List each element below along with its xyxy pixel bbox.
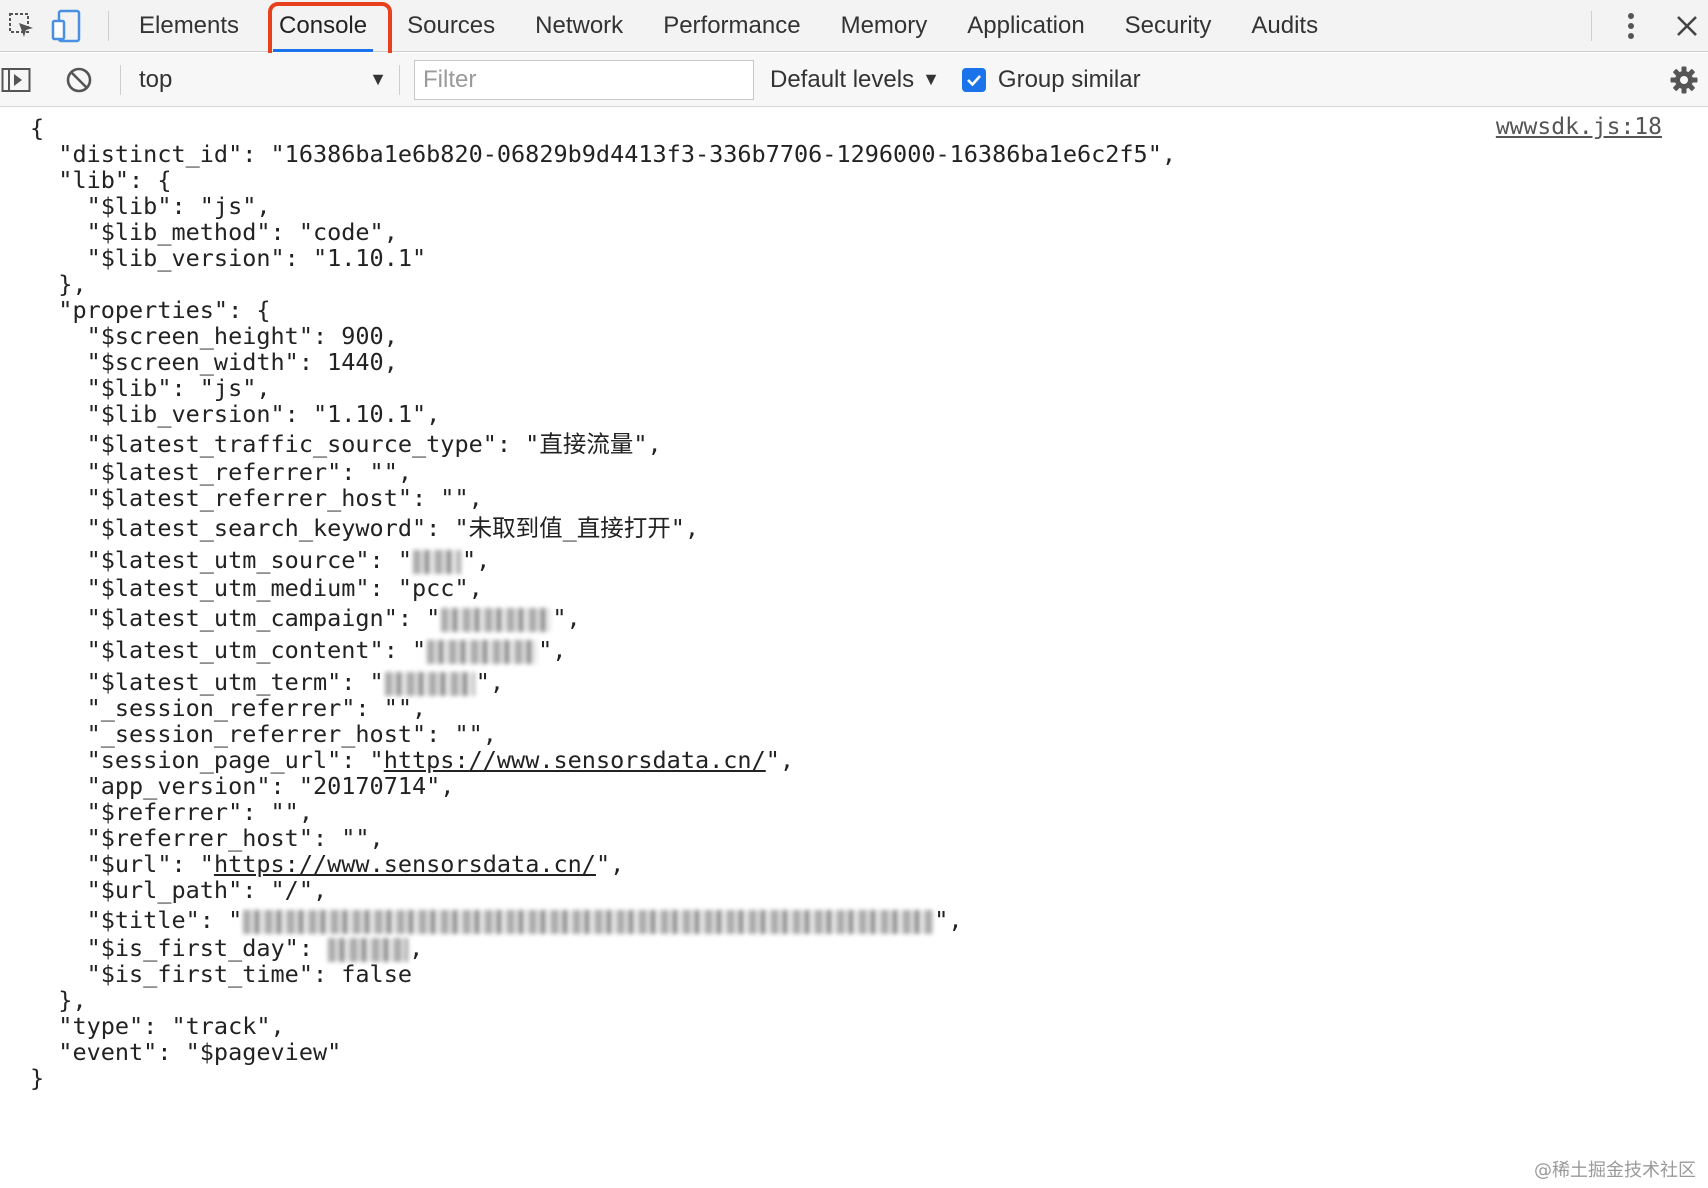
console-log-line: "$lib_version": "1.10.1", xyxy=(30,400,441,428)
tab-performance[interactable]: Performance xyxy=(643,0,820,52)
console-log-line: "$latest_referrer": "", xyxy=(30,458,413,486)
console-log-line: } xyxy=(30,1064,45,1092)
console-log-line: "$screen_height": 900, xyxy=(30,322,398,350)
console-log-line: "$lib_method": "code", xyxy=(30,218,398,246)
console-output: wwwsdk.js:18 { "distinct_id": "16386ba1e… xyxy=(0,108,1708,1188)
levels-caret-icon: ▼ xyxy=(922,69,940,89)
log-line-key: "$url": " xyxy=(30,850,214,878)
console-log-line: "$latest_utm_term": " ", xyxy=(30,668,504,696)
log-line-suffix: ", xyxy=(475,668,505,696)
console-log-line: "$is_first_day": , xyxy=(30,934,424,962)
console-log-line: "$latest_traffic_source_type": "直接流量", xyxy=(30,430,662,458)
tabbar-separator xyxy=(108,10,109,41)
clear-console-icon[interactable] xyxy=(54,53,104,107)
redacted-value xyxy=(328,937,409,962)
tabbar-right-separator xyxy=(1591,11,1592,41)
redacted-value xyxy=(413,549,462,574)
console-log-line: "$url_path": "/", xyxy=(30,876,328,904)
tab-memory[interactable]: Memory xyxy=(821,0,948,52)
device-toolbar-icon[interactable] xyxy=(44,0,88,52)
console-log-line: }, xyxy=(30,986,87,1014)
redacted-value xyxy=(243,909,934,934)
log-line-key: "$latest_utm_source": " xyxy=(30,546,413,574)
toolbar-separator xyxy=(399,64,400,95)
console-log-line: "$referrer_host": "", xyxy=(30,824,384,852)
console-toolbar: top ▼ Default levels ▼ Group similar xyxy=(0,53,1708,107)
console-log-line: "$latest_search_keyword": "未取到值_直接打开", xyxy=(30,514,700,542)
log-line-key: "$latest_utm_campaign": " xyxy=(30,604,441,632)
log-line-suffix: ", xyxy=(538,636,567,664)
console-log-line: "app_version": "20170714", xyxy=(30,772,455,800)
console-log-line: "event": "$pageview" xyxy=(30,1038,342,1066)
group-similar-checkbox[interactable] xyxy=(961,67,986,92)
log-line-key: "$latest_utm_content": " xyxy=(30,636,427,664)
url-link[interactable]: https://www.sensorsdata.cn/ xyxy=(214,850,596,878)
console-log-line: "distinct_id": "16386ba1e6b820-06829b9d4… xyxy=(30,140,1177,168)
sidebar-toggle-icon[interactable] xyxy=(0,53,32,107)
redacted-value xyxy=(384,671,475,696)
console-log-line: "$latest_referrer_host": "", xyxy=(30,484,483,512)
log-line-suffix: ", xyxy=(765,746,795,774)
console-log-line: "_session_referrer_host": "", xyxy=(30,720,497,748)
console-log-line: "$url": "https://www.sensorsdata.cn/", xyxy=(30,850,625,878)
console-log-line: "$is_first_time": false xyxy=(30,960,413,988)
console-log-line: "$latest_utm_content": " ", xyxy=(30,636,567,664)
console-log-line: }, xyxy=(30,270,87,298)
redacted-value xyxy=(427,639,538,664)
close-icon[interactable] xyxy=(1672,0,1702,52)
group-similar-label: Group similar xyxy=(997,65,1141,93)
console-log-line: "$latest_utm_source": " ", xyxy=(30,546,491,574)
console-log-line: { xyxy=(30,114,45,142)
log-line-suffix: ", xyxy=(552,604,581,632)
log-line-key: "$latest_utm_term": " xyxy=(30,668,384,696)
redacted-value xyxy=(441,607,552,632)
console-log-line: "lib": { xyxy=(30,166,172,194)
console-log-line: "$referrer": "", xyxy=(30,798,313,826)
more-options-icon[interactable] xyxy=(1616,0,1646,52)
log-line-suffix: ", xyxy=(595,850,625,878)
tab-security[interactable]: Security xyxy=(1105,0,1232,52)
console-log-line: "$lib": "js", xyxy=(30,192,271,220)
console-log-line: "$title": " ", xyxy=(30,906,963,934)
log-line-suffix: , xyxy=(409,934,424,962)
console-log-line: "$screen_width": 1440, xyxy=(30,348,398,376)
console-log-line: "session_page_url": "https://www.sensors… xyxy=(30,746,794,774)
console-log-line: "$latest_utm_campaign": " ", xyxy=(30,604,581,632)
devtools-tabbar: Elements Console Sources Network Performance… xyxy=(0,0,1708,62)
url-link[interactable]: https://www.sensorsdata.cn/ xyxy=(384,746,766,774)
log-levels-label: Default levels xyxy=(770,65,915,93)
console-log-line: "$lib": "js", xyxy=(30,374,271,402)
console-log-line: "$lib_version": "1.10.1" xyxy=(30,244,427,272)
tab-network[interactable]: Network xyxy=(515,0,643,52)
log-line-suffix: ", xyxy=(462,546,491,574)
context-value: top xyxy=(139,65,173,93)
inspect-element-icon[interactable] xyxy=(0,0,44,52)
context-selector[interactable]: top ▼ xyxy=(121,60,399,100)
log-line-suffix: ", xyxy=(934,906,963,934)
log-levels-dropdown[interactable]: Default levels ▼ xyxy=(770,66,940,94)
tab-application[interactable]: Application xyxy=(947,0,1104,52)
log-line-key: "$is_first_day": xyxy=(30,934,328,962)
watermark-text: @稀土掘金技术社区 xyxy=(1534,1160,1696,1181)
console-log-line: "type": "track", xyxy=(30,1012,285,1040)
console-log-line: "_session_referrer": "", xyxy=(30,694,427,722)
dropdown-caret-icon: ▼ xyxy=(369,69,387,89)
log-line-key: "session_page_url": " xyxy=(30,746,384,774)
settings-gear-icon[interactable] xyxy=(1664,53,1704,107)
log-line-key: "$title": " xyxy=(30,906,243,934)
source-link[interactable]: wwwsdk.js:18 xyxy=(1496,114,1662,140)
console-log-line: "$latest_utm_medium": "pcc", xyxy=(30,574,483,602)
filter-input[interactable] xyxy=(414,59,754,100)
tab-sources[interactable]: Sources xyxy=(387,0,515,52)
tab-elements[interactable]: Elements xyxy=(119,0,259,52)
tab-audits[interactable]: Audits xyxy=(1231,0,1338,52)
console-log-line: "properties": { xyxy=(30,296,271,324)
tab-console[interactable]: Console xyxy=(259,0,387,52)
